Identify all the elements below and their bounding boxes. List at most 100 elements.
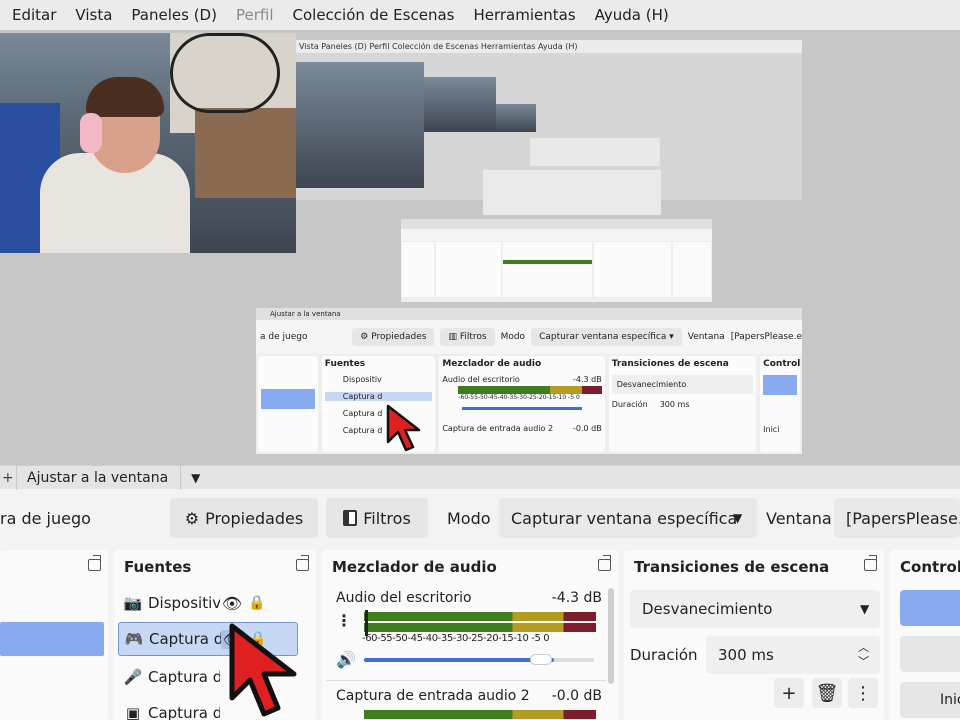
nested-source-1: Dispositiv	[342, 375, 382, 384]
transition-select-value: Desvanecimiento	[642, 600, 773, 618]
nested-mixer-ch2-db: -0.0 dB	[572, 424, 602, 433]
transitions-title: Transiciones de escena	[634, 558, 830, 576]
preview-toolbar: + Ajustar a la ventana ▼	[0, 465, 960, 490]
nested-controls-title: Control	[763, 359, 800, 369]
nested-window-value: [PapersPlease.e	[730, 332, 802, 342]
fit-to-window-label[interactable]: Ajustar a la ventana	[16, 465, 182, 490]
trash-icon[interactable]: 🗑	[812, 678, 842, 708]
nested-duration-value: 300 ms	[659, 400, 690, 409]
webcam-feed	[0, 33, 296, 253]
add-icon[interactable]: +	[0, 470, 16, 486]
nested-menubar: Vista Paneles (D) Perfil Colección de Es…	[296, 40, 802, 53]
menu-edit[interactable]: Editar	[12, 6, 56, 24]
source-item[interactable]: 📷 Dispositiv 👁 🔒	[118, 586, 298, 620]
undock-icon[interactable]	[598, 555, 611, 571]
audio-mixer-dock: Mezclador de audio Audio del escritorio …	[322, 550, 618, 720]
volume-slider-handle[interactable]	[530, 654, 552, 665]
controls-dock: Control Inici	[890, 550, 960, 720]
nested-preview-5	[483, 170, 661, 215]
sources-dock: Fuentes 📷 Dispositiv 👁 🔒 🎮 Captura d 👁 🔒…	[114, 550, 316, 720]
nested-properties-button: ⚙ Propiedades	[352, 328, 435, 346]
scene-transitions-dock: Transiciones de escena Desvanecimiento ▼…	[624, 550, 884, 720]
nested-toolbar: Ajustar a la ventana	[256, 308, 802, 320]
chevron-down-icon[interactable]: ▼	[181, 471, 200, 485]
stepper-icon[interactable]: ︿ ﹀	[858, 641, 869, 669]
start-streaming-button[interactable]	[900, 590, 960, 626]
nested-preview-3	[496, 102, 632, 132]
eye-icon[interactable]: 👁	[220, 594, 244, 613]
menu-view[interactable]: Vista	[75, 6, 112, 24]
nested-ticks: -60-55-50-45-40-35-30-25-20-15-10 -5 0	[458, 394, 580, 401]
nested-mixer-ch1-db: -4.3 dB	[572, 375, 602, 384]
transition-select[interactable]: Desvanecimiento ▼	[630, 590, 880, 628]
nested-filters-button: ▥ Filtros	[440, 328, 495, 346]
mode-select-value: Capturar ventana específica	[511, 508, 738, 528]
mode-select[interactable]: Capturar ventana específica ▼	[499, 498, 757, 538]
filters-label: Filtros	[363, 508, 411, 528]
channel-db: -0.0 dB	[551, 688, 602, 704]
nested-transition-select: Desvanecimiento	[611, 375, 754, 394]
scene-item-selected[interactable]	[0, 622, 104, 656]
nested-window-label: Ventana	[687, 332, 725, 342]
channel-menu-icon[interactable]: ⋮	[336, 613, 352, 629]
volume-slider-fill[interactable]	[364, 658, 554, 662]
source-properties-bar: ra de juego ⚙ Propiedades Filtros Modo C…	[0, 492, 960, 544]
undock-icon[interactable]	[296, 555, 309, 571]
nested-mouse-cursor-icon	[386, 404, 421, 452]
selected-source-name: ra de juego	[0, 509, 91, 528]
speaker-icon[interactable]: 🔊	[336, 650, 356, 669]
scenes-dock	[0, 550, 108, 720]
start-button[interactable]: Inici	[900, 682, 960, 718]
menu-scene-collection[interactable]: Colección de Escenas	[293, 6, 455, 24]
menu-help[interactable]: Ayuda (H)	[595, 6, 669, 24]
mixer-scrollbar[interactable]	[608, 588, 614, 684]
properties-label: Propiedades	[205, 508, 304, 528]
duration-spinbox[interactable]: 300 ms ︿ ﹀	[706, 636, 880, 674]
menu-docks[interactable]: Paneles (D)	[131, 6, 217, 24]
nested-mode-select: Capturar ventana específica ▾	[531, 328, 682, 346]
mixer-title: Mezclador de audio	[332, 558, 497, 576]
channel-name: Audio del escritorio	[336, 590, 472, 606]
volume-meter	[364, 610, 596, 636]
chevron-down-icon: ▼	[860, 602, 870, 616]
nested-preview-4	[530, 138, 660, 166]
nested-transitions-title: Transiciones de escena	[611, 359, 729, 369]
menu-tools[interactable]: Herramientas	[473, 6, 575, 24]
undock-icon[interactable]	[88, 555, 101, 571]
undock-icon[interactable]	[864, 555, 877, 571]
properties-button[interactable]: ⚙ Propiedades	[170, 498, 318, 538]
window-label: Ventana	[766, 509, 832, 528]
nested-start-button: Inici	[763, 425, 780, 434]
source-label: Dispositiv	[148, 594, 220, 612]
window-select[interactable]: [PapersPlease.e	[834, 498, 960, 538]
window-select-value: [PapersPlease.e	[846, 508, 960, 528]
volume-meter	[364, 710, 596, 720]
camera-icon: 📷	[123, 594, 143, 612]
gamepad-icon: 🎮	[124, 630, 144, 648]
bottom-panel: + Ajustar a la ventana ▼ ra de juego ⚙ P…	[0, 465, 960, 720]
add-transition-button[interactable]: +	[774, 678, 804, 708]
meter-ticks: -60-55-50-45-40-35-30-25-20-15-10 -5 0	[362, 633, 550, 644]
nested-mixer-ch1: Audio del escritorio	[442, 375, 520, 384]
start-recording-button[interactable]	[900, 636, 960, 672]
nested-preview-6	[401, 219, 712, 302]
source-label: Captura d	[149, 630, 221, 648]
filters-button[interactable]: Filtros	[326, 498, 428, 538]
nested-source-2: Captura d	[324, 392, 433, 401]
nested-source-name: a de juego	[260, 332, 308, 342]
microphone-icon: 🎤	[123, 668, 143, 686]
lock-icon[interactable]: 🔒	[244, 595, 270, 611]
gear-icon: ⚙	[184, 508, 200, 528]
more-options-icon[interactable]: ⋮	[848, 678, 878, 708]
menubar: Editar Vista Paneles (D) Perfil Colecció…	[0, 0, 960, 30]
preview-canvas[interactable]: Vista Paneles (D) Perfil Colección de Es…	[0, 30, 960, 465]
sources-title: Fuentes	[124, 558, 192, 576]
controls-title: Control	[900, 558, 960, 576]
menu-profile[interactable]: Perfil	[236, 6, 274, 24]
chevron-down-icon: ▼	[733, 511, 743, 525]
mode-label: Modo	[447, 509, 491, 528]
mouse-cursor-icon	[229, 623, 297, 717]
nested-mode-label: Modo	[500, 332, 526, 342]
nested-sources-title: Fuentes	[324, 359, 366, 369]
source-label: Captura d	[148, 704, 220, 720]
